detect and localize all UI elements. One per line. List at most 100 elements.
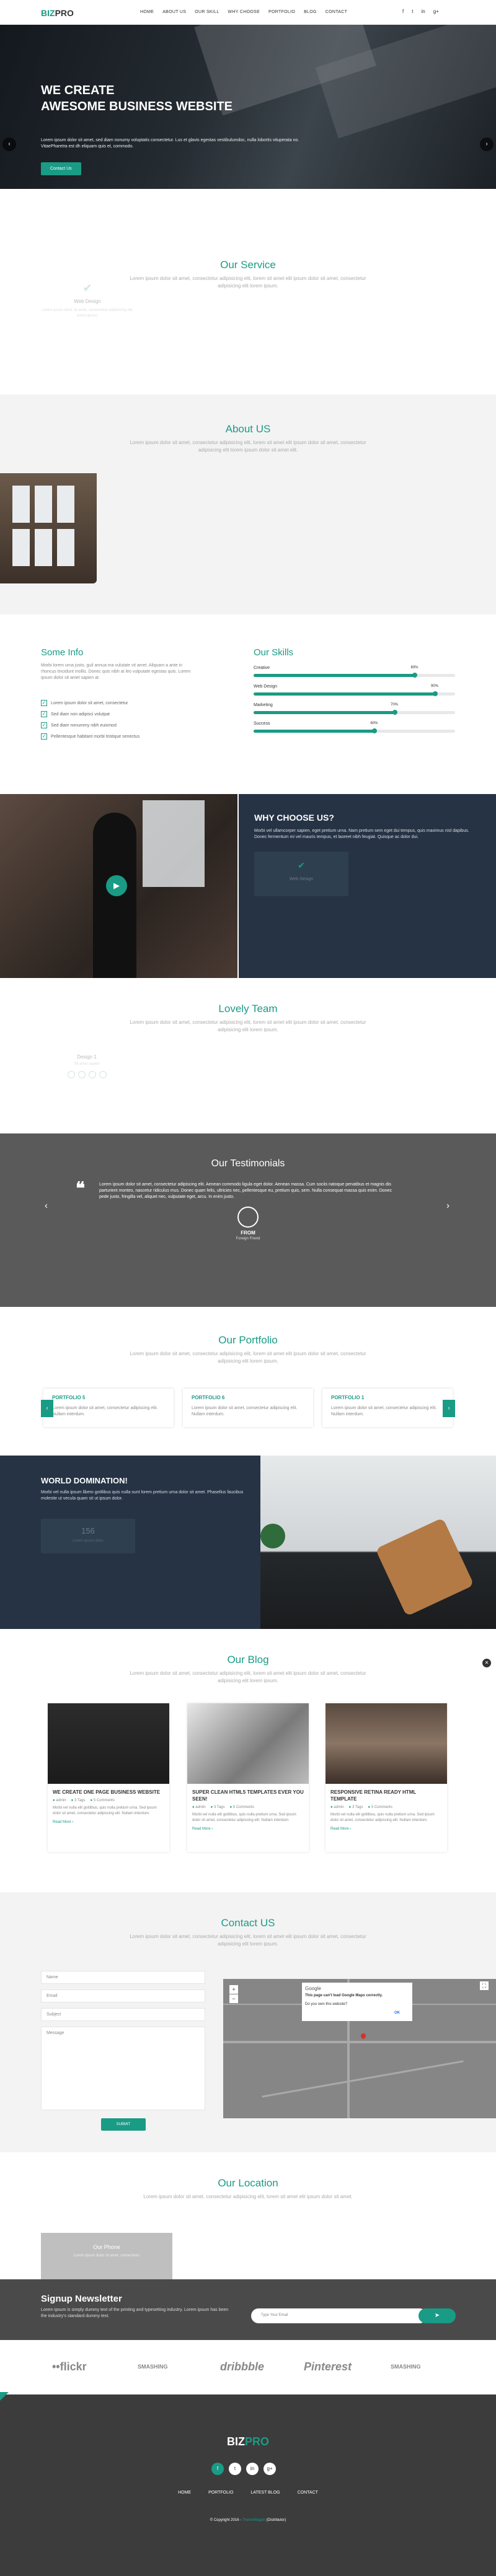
footer-link-contact[interactable]: CONTACT [298,2491,318,2495]
twitter-icon[interactable] [78,1071,86,1078]
blog-post-title[interactable]: SUPER CLEAN HTML5 TEMPLATES EVER YOU SEE… [187,1784,309,1802]
menu-home[interactable]: HOME [140,10,154,14]
info-check-item: ✓ Sed diam nonummy nibh euismod [41,722,117,728]
about-section: About US Lorem ipsum dolor sit amet, con… [0,395,496,614]
close-icon[interactable]: ✕ [482,1659,491,1667]
linkedin-icon[interactable]: in [421,9,425,14]
map-ok-button[interactable]: OK [394,2011,400,2015]
portfolio-card[interactable]: PORTFOLIO 6 Lorem ipsum dolor sit amet, … [183,1389,313,1427]
menu-contact[interactable]: CONTACT [326,10,347,14]
menu-why-choose[interactable]: WHY CHOOSE [228,10,260,14]
skills-title: Our Skills [254,647,294,658]
blog-post-title[interactable]: RESPONSIVE RETINA READY HTML TEMPLATE [326,1784,447,1802]
hero-prev-arrow-icon[interactable]: ‹ [2,138,16,151]
menu-portfolio[interactable]: PORTFOLIO [268,10,295,14]
portfolio-next-icon[interactable]: › [443,1400,455,1417]
blog-post-excerpt: Morbi vel nulla elit gottlibus, quis nul… [192,1813,296,1822]
location-card: Our Phone Lorem ipsum dolor sit amet, co… [41,2233,172,2279]
facebook-icon[interactable]: f [402,9,404,14]
portfolio-prev-icon[interactable]: ‹ [41,1400,53,1417]
twitter-icon[interactable]: t [412,9,413,14]
zoom-out-button[interactable]: − [229,1994,238,2003]
smashing-logo: SMASHING [391,2364,421,2370]
portfolio-title: Our Portfolio [218,1334,278,1346]
blog-post-image[interactable] [187,1703,309,1784]
read-more-link[interactable]: Read More › [48,1817,169,1824]
blog-post-title[interactable]: WE CREATE ONE PAGE BUSINESS WEBSITE [48,1784,169,1796]
name-field[interactable]: Name [41,1971,205,1984]
hero-title-line1: WE CREATE [41,84,115,97]
play-icon[interactable]: ▶ [106,875,127,896]
info-title: Some Info [41,647,84,658]
read-more-link[interactable]: Read More › [187,1823,309,1831]
contact-us-button[interactable]: Contact Us [41,162,81,175]
twitter-icon[interactable]: t [229,2463,241,2475]
location-card-text: Lorem ipsum dolor sit amet, consectetur [73,2254,140,2258]
testimonial-next-icon[interactable]: › [446,1200,450,1211]
linkedin-icon[interactable] [88,1071,96,1078]
copyright: © Copyright 2016 - ThemeWagon (Distribut… [210,2518,286,2522]
fullscreen-icon[interactable]: ⛶ [480,1981,489,1990]
google-plus-icon[interactable]: g+ [433,9,439,14]
check-icon: ✔ [298,860,305,870]
footer-link-home[interactable]: HOME [178,2491,191,2495]
blog-post-image[interactable] [48,1703,169,1784]
portfolio-subtitle: Lorem ipsum dolor sit amet, consectetur … [130,1351,366,1364]
blog-subtitle: Lorem ipsum dolor sit amet, consectetur … [130,1670,366,1683]
newsletter-email-input[interactable]: Type Your Email [251,2308,427,2323]
footer-menu: HOME PORTFOLIO LATEST BLOG CONTACT [0,2491,496,2495]
pinterest-logo: Pinterest [304,2360,352,2373]
footer: BIZPRO f t in g+ HOME PORTFOLIO LATEST B… [0,2395,496,2576]
user-icon: ● [53,1799,55,1802]
blog-post-image[interactable] [326,1703,447,1784]
service-card-text: Lorem ipsum dolor sit amet, consectetur … [42,308,133,318]
subject-field[interactable]: Subject [41,2008,205,2021]
message-field[interactable]: Message [41,2027,205,2110]
menu-about[interactable]: ABOUT US [162,10,186,14]
read-more-link[interactable]: Read More › [326,1823,447,1831]
blog-post-card: RESPONSIVE RETINA READY HTML TEMPLATE ● … [326,1703,447,1852]
team-section: Lovely Team Lorem ipsum dolor sit amet, … [0,978,496,1133]
google-plus-icon[interactable]: g+ [264,2463,276,2475]
scroll-up-corner[interactable] [0,2392,9,2401]
world-domination-section: WORLD DOMINATION! Morbi vel nulla ipsum … [0,1456,496,1629]
submit-button[interactable]: SUBMIT [101,2118,146,2131]
main-menu: HOME ABOUT US OUR SKILL WHY CHOOSE PORTF… [140,10,347,14]
blog-post-card: SUPER CLEAN HTML5 TEMPLATES EVER YOU SEE… [187,1703,309,1852]
why-choose-text: Morbi vel ullamcorper sapien, eget preti… [254,829,469,839]
info-skills-section: Some Info Morbi lorem urna justo, guil a… [0,614,496,794]
facebook-icon[interactable]: f [211,2463,224,2475]
facebook-icon[interactable] [67,1071,75,1078]
about-subtitle: Lorem ipsum dolor sit amet, consectetur … [130,440,366,453]
checkbox-icon: ✓ [41,733,47,740]
smashing-logo: SMASHING [138,2364,168,2370]
team-member-name: Design 1 [77,1054,97,1060]
contact-section: Contact US Lorem ipsum dolor sit amet, c… [0,1892,496,2152]
hero-title-line2: AWESOME BUSINESS WEBSITE [41,100,232,113]
menu-skill[interactable]: OUR SKILL [195,10,219,14]
testimonial-prev-icon[interactable]: ‹ [45,1200,48,1211]
contact-title: Contact US [221,1917,275,1929]
linkedin-icon[interactable]: in [246,2463,259,2475]
site-logo[interactable]: BIZPRO [41,8,74,18]
footer-link-blog[interactable]: LATEST BLOG [250,2491,280,2495]
email-field[interactable]: Email [41,1989,205,2002]
testimonial-text: Lorem ipsum dolor sit amet, consectetur … [99,1182,392,1199]
portfolio-card[interactable]: PORTFOLIO 5 Lorem ipsum dolor sit amet, … [43,1389,174,1427]
blog-post-excerpt: Morbi vel nulla elit gottlibus, quis nul… [330,1813,435,1822]
zoom-in-button[interactable]: + [229,1985,238,1994]
checkbox-icon: ✓ [41,700,47,706]
menu-blog[interactable]: BLOG [304,10,317,14]
google-map[interactable]: Google This page can't load Google Maps … [223,1979,496,2118]
newsletter-send-icon[interactable]: ➤ [418,2308,456,2323]
domination-counter: 156 Lorem ipsum dolor [41,1519,135,1553]
blog-post-excerpt: Morbi vel nulla elit gottlibus, quis nul… [53,1806,157,1815]
footer-logo[interactable]: BIZPRO [0,2435,496,2448]
footer-link-portfolio[interactable]: PORTFOLIO [208,2491,233,2495]
video-thumbnail: ▶ [0,794,237,978]
hero-next-arrow-icon[interactable]: › [480,138,494,151]
quote-icon: ❝ [76,1179,86,1198]
portfolio-card[interactable]: PORTFOLIO 1 Lorem ipsum dolor sit amet, … [322,1389,453,1427]
why-choose-panel: WHY CHOOSE US? Morbi vel ullamcorper sap… [239,794,496,978]
google-plus-icon[interactable] [99,1071,107,1078]
